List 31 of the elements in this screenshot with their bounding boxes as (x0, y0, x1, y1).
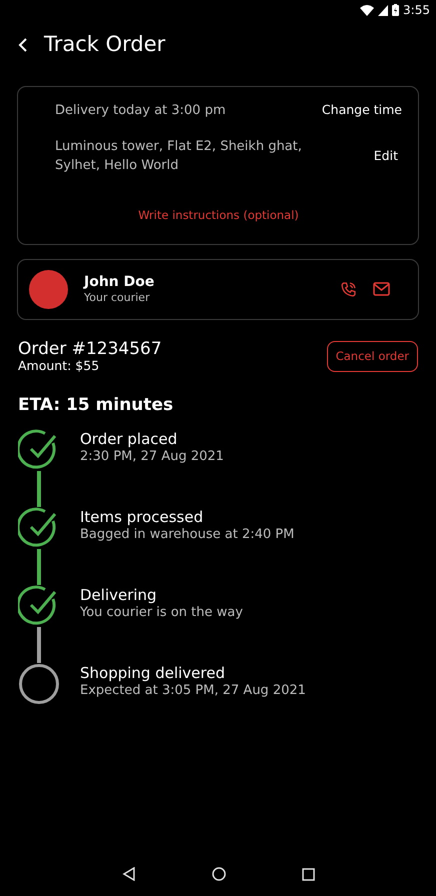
address-text: Luminous tower, Flat E2, Sheikh ghat, Sylhet, Hello World (55, 138, 303, 175)
back-button[interactable] (18, 38, 28, 52)
instructions-link[interactable]: Write instructions (optional) (138, 206, 299, 224)
step-detail: Expected at 3:05 PM, 27 Aug 2021 (80, 682, 306, 699)
battery-icon (392, 4, 400, 16)
wifi-icon (360, 4, 374, 16)
cancel-order-button[interactable]: Cancel order (326, 340, 418, 372)
mail-icon[interactable] (373, 282, 390, 296)
edit-link[interactable]: Edit (374, 146, 398, 166)
step-detail: 2:30 PM, 27 Aug 2021 (80, 448, 224, 465)
order-amount: Amount: $55 (18, 359, 100, 374)
step-title: Items processed (80, 508, 204, 527)
step-detail: You courier is on the way (80, 604, 243, 621)
order-number: Order #1234567 (18, 340, 162, 360)
screen-title: Track Order (44, 31, 166, 58)
phone-icon[interactable] (340, 280, 357, 298)
eta-heading: ETA: 15 minutes (18, 394, 174, 418)
step-title: Order placed (80, 430, 178, 449)
change-time-link[interactable]: Change time (322, 101, 402, 120)
courier-role: Your courier (84, 290, 151, 304)
home-nav-button[interactable] (212, 867, 226, 881)
courier-name: John Doe (84, 274, 154, 291)
back-nav-button[interactable] (122, 867, 136, 881)
signal-icon (378, 4, 388, 16)
status-time: 3:55 (403, 2, 430, 19)
recents-nav-button[interactable] (302, 868, 314, 880)
step-detail: Bagged in warehouse at 2:40 PM (80, 526, 294, 543)
avatar (29, 270, 68, 308)
step-title: Shopping delivered (80, 664, 226, 683)
delivery-time-text: Delivery today at 3:00 pm (55, 102, 226, 120)
step-title: Delivering (80, 586, 158, 605)
